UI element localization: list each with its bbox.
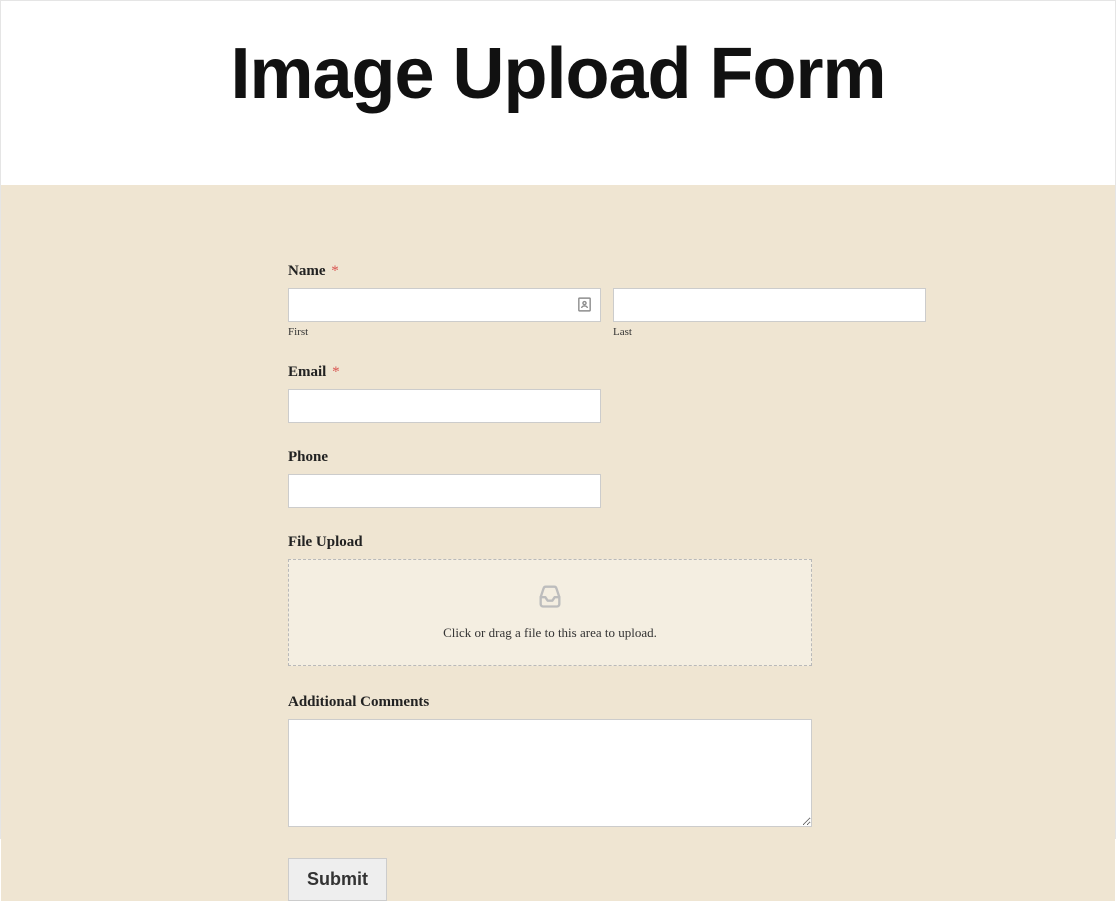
file-dropzone[interactable]: Click or drag a file to this area to upl… (288, 559, 812, 666)
required-marker: * (332, 364, 340, 380)
inbox-icon (289, 582, 811, 615)
file-upload-label: File Upload (288, 534, 812, 551)
dropzone-instruction: Click or drag a file to this area to upl… (289, 625, 811, 641)
email-field-group: Email * (288, 364, 812, 423)
required-marker: * (331, 263, 339, 279)
email-label: Email * (288, 364, 812, 381)
first-name-input[interactable] (288, 288, 601, 322)
email-input[interactable] (288, 389, 601, 423)
submit-button[interactable]: Submit (288, 858, 387, 901)
name-field-group: Name * First Las (288, 263, 812, 338)
submit-row: Submit (288, 858, 812, 901)
last-name-sublabel: Last (613, 326, 926, 338)
first-name-sublabel: First (288, 326, 601, 338)
comments-field-group: Additional Comments (288, 694, 812, 832)
comments-textarea[interactable] (288, 719, 812, 827)
name-label-text: Name (288, 263, 326, 279)
email-label-text: Email (288, 364, 326, 380)
name-label: Name * (288, 263, 812, 280)
comments-label: Additional Comments (288, 694, 812, 711)
page-title: Image Upload Form (1, 33, 1115, 115)
last-name-input[interactable] (613, 288, 926, 322)
phone-label: Phone (288, 449, 812, 466)
page-header: Image Upload Form (1, 1, 1115, 185)
phone-input[interactable] (288, 474, 601, 508)
form-section: Name * First Las (1, 185, 1115, 901)
contact-card-icon (576, 296, 593, 318)
file-upload-field-group: File Upload Click or drag a file to this… (288, 534, 812, 666)
phone-field-group: Phone (288, 449, 812, 508)
